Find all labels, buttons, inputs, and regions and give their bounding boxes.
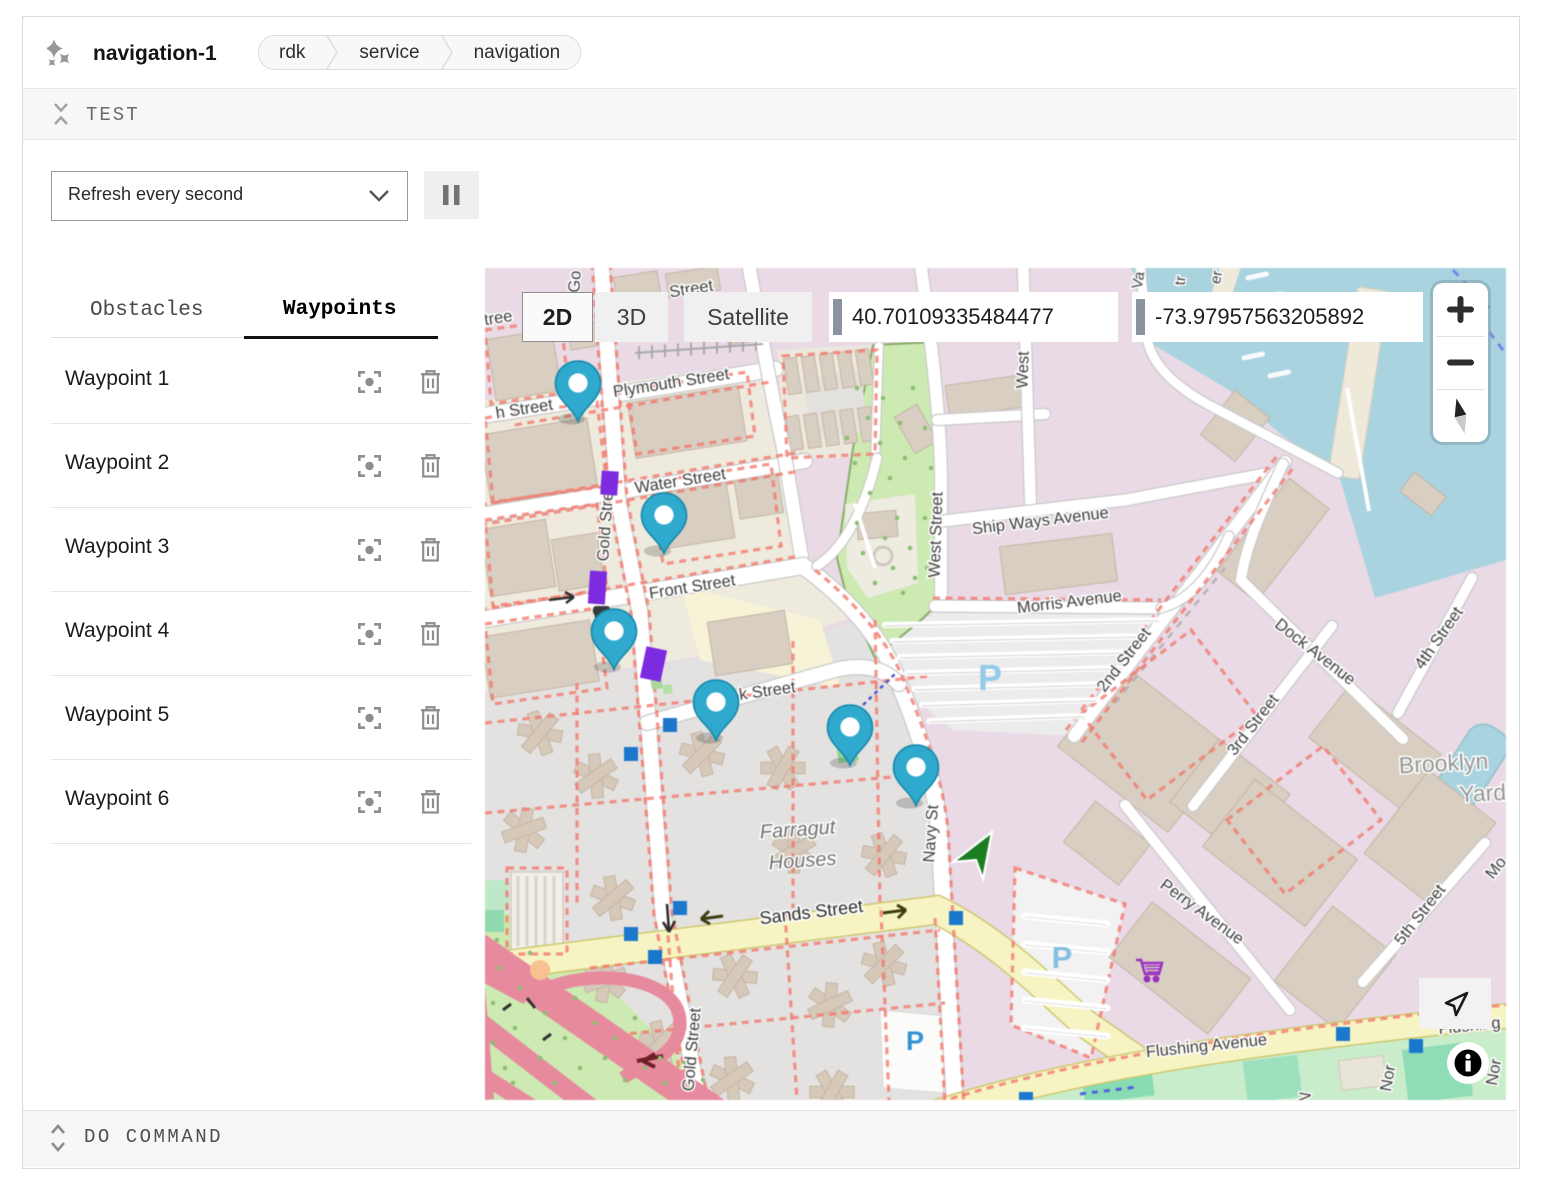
svg-text:tr: tr	[1172, 275, 1190, 286]
svg-text:P: P	[978, 657, 1002, 698]
svg-text:Go: Go	[565, 270, 584, 293]
svg-text:West Street: West Street	[926, 491, 947, 578]
svg-text:Brooklyn: Brooklyn	[1398, 748, 1489, 779]
svg-text:Yard: Yard	[1458, 779, 1506, 807]
svg-text:P: P	[906, 1026, 924, 1056]
svg-text:P: P	[1052, 940, 1073, 975]
svg-text:West: West	[1013, 350, 1032, 388]
